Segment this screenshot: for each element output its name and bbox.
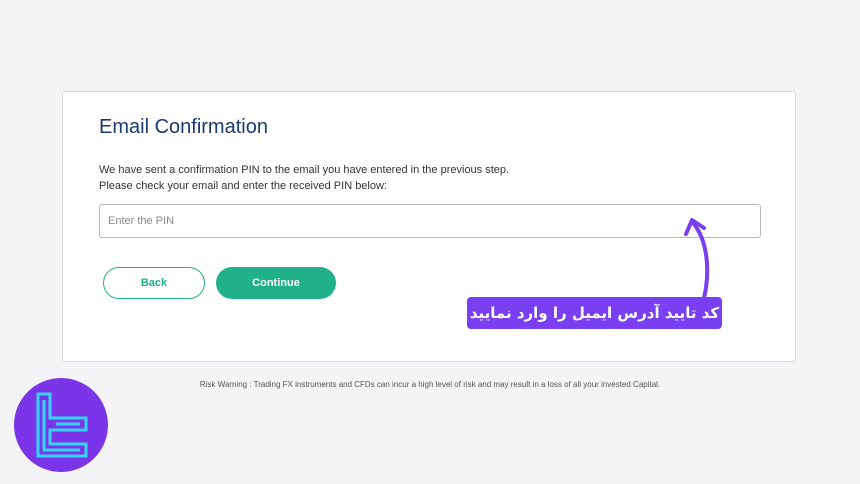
description-line-2: Please check your email and enter the re… (99, 180, 387, 192)
pin-input[interactable] (99, 204, 761, 238)
page-title: Email Confirmation (99, 116, 268, 138)
confirmation-description: We have sent a confirmation PIN to the e… (99, 162, 509, 194)
risk-warning: Risk Warning : Trading FX instruments an… (199, 380, 661, 389)
annotation-label: کد تایید آدرس ایمیل را وارد نمایید (467, 297, 722, 329)
back-button[interactable]: Back (103, 267, 205, 299)
tradingfinder-logo-icon (14, 378, 108, 472)
continue-button[interactable]: Continue (216, 267, 336, 299)
page: Email Confirmation We have sent a confir… (0, 0, 860, 484)
description-line-1: We have sent a confirmation PIN to the e… (99, 164, 510, 176)
curved-arrow-up-icon (684, 218, 710, 300)
